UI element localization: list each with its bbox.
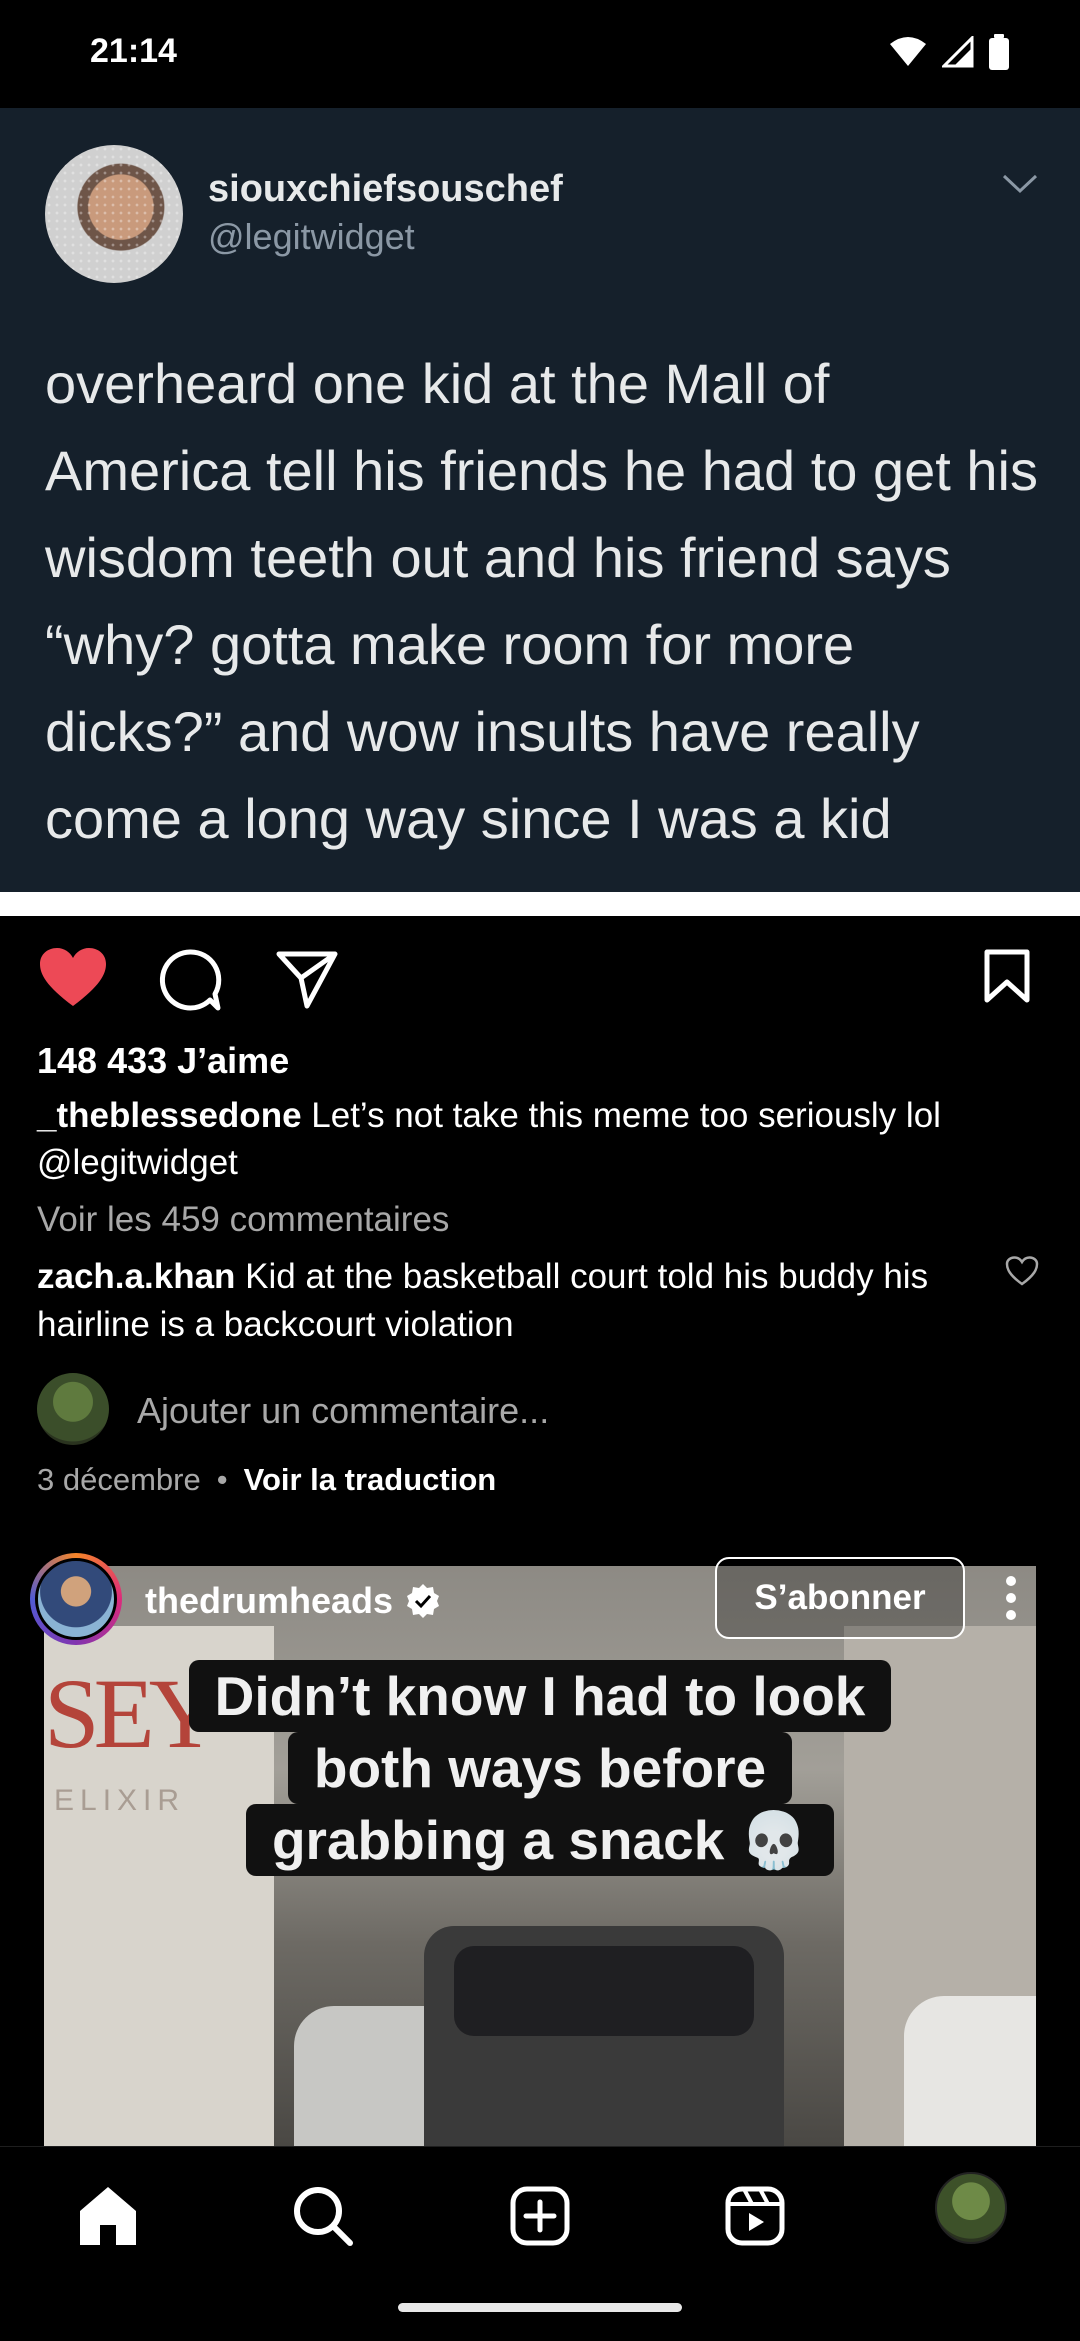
- cell-signal-icon: [942, 36, 974, 68]
- nav-reels[interactable]: [715, 2176, 795, 2256]
- share-icon[interactable]: [275, 950, 339, 1010]
- nav-home[interactable]: [68, 2176, 148, 2256]
- status-icons: [888, 34, 1010, 70]
- reel-avatar[interactable]: [30, 1553, 122, 1645]
- like-count[interactable]: 148 433 J’aime: [37, 1040, 289, 1082]
- car-window: [454, 1946, 754, 2036]
- tweet-text: overheard one kid at the Mall of America…: [45, 352, 1038, 850]
- tweet-handle: @legitwidget: [208, 216, 415, 257]
- chevron-down-icon: [1002, 174, 1038, 194]
- overlay-line: both ways before: [287, 1732, 793, 1804]
- comment-icon[interactable]: [158, 948, 222, 1012]
- status-time: 21:14: [90, 32, 177, 70]
- reel-username[interactable]: thedrumheads: [145, 1580, 393, 1622]
- overlay-line: grabbing a snack 💀: [245, 1804, 835, 1876]
- tweet-display-name: siouxchiefsouschef: [208, 168, 563, 210]
- avatar: [37, 1373, 109, 1445]
- heart-icon[interactable]: [40, 948, 106, 1008]
- post-date: 3 décembre: [37, 1462, 201, 1497]
- create-icon: [510, 2186, 570, 2246]
- top-comment: zach.a.khan Kid at the basketball court …: [37, 1253, 977, 1349]
- reels-icon: [725, 2186, 785, 2246]
- search-icon: [294, 2187, 353, 2246]
- post-caption: _theblessedone Let’s not take this meme …: [37, 1092, 1017, 1186]
- caption-username[interactable]: _theblessedone: [37, 1096, 302, 1135]
- add-comment-input[interactable]: Ajouter un commentaire...: [137, 1390, 549, 1432]
- verified-icon: [407, 1584, 440, 1618]
- reel-overlay-caption: Didn’t know I had to look both ways befo…: [0, 1660, 1080, 1876]
- more-options-icon[interactable]: [1005, 1575, 1017, 1621]
- battery-icon: [989, 34, 1009, 70]
- home-indicator[interactable]: [398, 2303, 682, 2312]
- meta-separator: •: [216, 1462, 228, 1497]
- comment-username[interactable]: zach.a.khan: [37, 1257, 235, 1296]
- comment-like-icon[interactable]: [1005, 1256, 1039, 1286]
- nav-search[interactable]: [283, 2176, 363, 2256]
- nav-create[interactable]: [500, 2176, 580, 2256]
- translate-link[interactable]: Voir la traduction: [244, 1462, 497, 1498]
- tweet-avatar: [45, 145, 183, 283]
- bookmark-icon[interactable]: [983, 948, 1031, 1004]
- wifi-icon: [890, 37, 926, 66]
- reel-user[interactable]: thedrumheads: [145, 1580, 441, 1622]
- post-meta: 3 décembre • Voir la traduction: [37, 1462, 496, 1498]
- overlay-line: Didn’t know I had to look: [188, 1660, 892, 1732]
- view-comments-link[interactable]: Voir les 459 commentaires: [37, 1200, 449, 1240]
- car: [904, 1996, 1036, 2146]
- home-icon: [80, 2187, 136, 2245]
- subscribe-button[interactable]: S’abonner: [715, 1557, 965, 1639]
- divider: [0, 892, 1080, 916]
- profile-avatar[interactable]: [935, 2172, 1007, 2244]
